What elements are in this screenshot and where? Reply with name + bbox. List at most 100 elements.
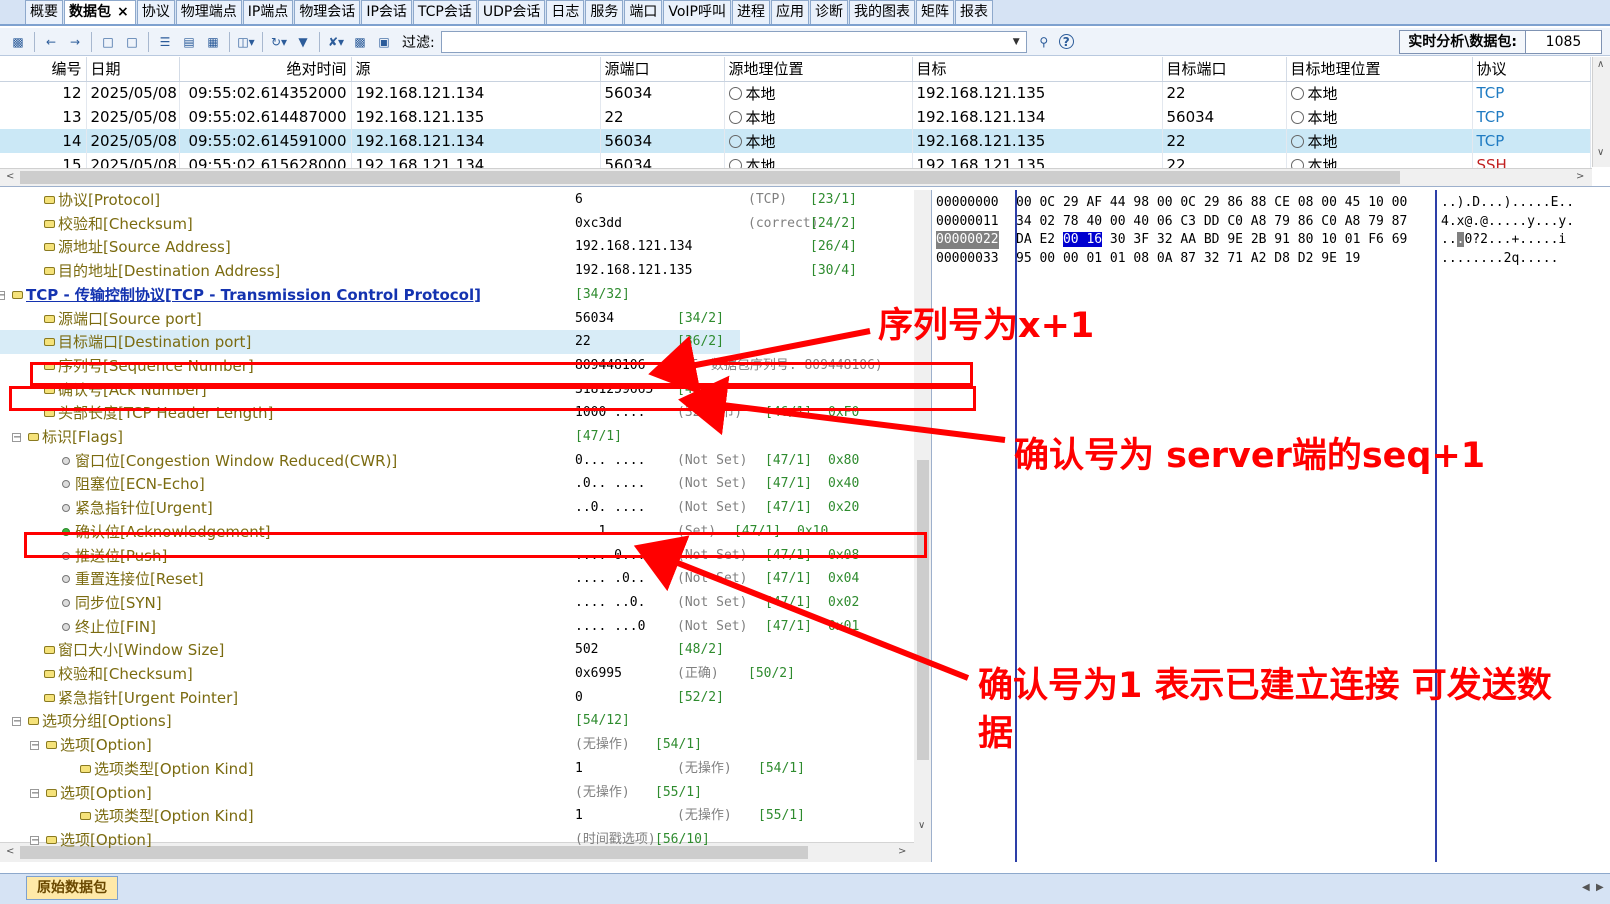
collapse-icon[interactable]: − (30, 835, 39, 845)
search-icon[interactable]: ⚲ (1035, 33, 1053, 51)
hex-bytes[interactable]: 95 00 00 01 01 08 0A 87 32 71 A2 D8 D2 9… (1016, 250, 1360, 268)
filter-dropdown-icon[interactable]: ▼ (1013, 31, 1025, 53)
column-header[interactable]: 日期 (86, 57, 180, 82)
hex-bytes[interactable]: 00 0C 29 AF 44 98 00 0C 29 86 88 CE 08 0… (1016, 194, 1407, 212)
scroll-right-icon[interactable]: > (1576, 171, 1584, 182)
packet-list-vscroll[interactable]: ∧ ∨ (1592, 57, 1610, 167)
column-header[interactable]: 源 (351, 57, 601, 82)
hex-view-icon[interactable]: ▦ (204, 33, 222, 51)
bookmark-next-icon[interactable]: □ (123, 33, 141, 51)
table-row[interactable]: 14 2025/05/08 09:55:02.614591000 192.168.12… (0, 129, 1591, 153)
hex-bytes[interactable]: 34 02 78 40 00 40 06 C3 DD C0 A8 79 86 C… (1016, 213, 1407, 231)
tree-node[interactable]: 选项类型[Option Kind] 1 (无操作) [55/1] (0, 804, 912, 828)
column-settings-icon[interactable]: ◫▾ (237, 33, 255, 51)
tab-18[interactable]: 报表 (954, 0, 993, 24)
tab-14[interactable]: 应用 (770, 0, 809, 24)
decode-tree-vscroll[interactable]: ∨ (914, 190, 931, 862)
tab-5[interactable]: 物理会话 (294, 0, 361, 24)
tree-node[interactable]: 源端口[Source port] 56034 [34/2] (0, 307, 912, 331)
tree-node[interactable]: 阻塞位[ECN-Echo] .0.. .... (Not Set) [47/1] 0x4… (0, 472, 912, 496)
filter-funnel-icon[interactable]: ▼ (294, 33, 312, 51)
tree-node[interactable]: 紧急指针[Urgent Pointer] 0 [52/2] (0, 686, 912, 710)
close-icon[interactable]: × (117, 4, 129, 20)
tree-node[interactable]: 校验和[Checksum] 0x6995 (正确) [50/2] (0, 662, 912, 686)
tree-node[interactable]: 目标端口[Destination port] 22 [36/2] (0, 330, 740, 355)
tab-15[interactable]: 诊断 (809, 0, 848, 24)
scroll-left-icon[interactable]: < (6, 171, 14, 182)
column-header[interactable]: 目标端口 (1162, 57, 1287, 82)
table-row[interactable]: 13 2025/05/08 09:55:02.614487000 192.168.12… (0, 105, 1591, 129)
tab-6[interactable]: IP会话 (361, 0, 412, 24)
back-arrow-icon[interactable]: ← (42, 33, 60, 51)
tab-scroll-right-icon[interactable]: ▶ (1596, 882, 1604, 893)
column-header[interactable]: 编号 (0, 57, 87, 82)
collapse-icon[interactable]: − (12, 433, 21, 443)
tree-node[interactable]: 校验和[Checksum] 0xc3dd (correct) [24/2] (0, 212, 912, 236)
hex-ascii[interactable]: ...0?2...+.....i (1441, 231, 1566, 249)
collapse-icon[interactable]: − (30, 788, 39, 798)
tab-8[interactable]: UDP会话 (477, 0, 546, 24)
hex-bytes[interactable]: DA E2 00 16 30 3F 32 AA BD 9E 2B 91 80 1… (1016, 231, 1407, 249)
filter-input[interactable] (440, 30, 1027, 53)
tree-node[interactable]: − 选项[Option] (无操作) [55/1] (0, 781, 912, 805)
forward-arrow-icon[interactable]: → (66, 33, 84, 51)
export-icon[interactable]: ▣ (375, 33, 393, 51)
tree-node[interactable]: − 标识[Flags] [47/1] (0, 425, 912, 449)
tab-0[interactable]: 概要 (25, 0, 63, 24)
tab-4[interactable]: IP端点 (242, 0, 294, 24)
scroll-thumb[interactable] (917, 460, 929, 760)
tab-11[interactable]: 端口 (624, 0, 663, 24)
scroll-up-icon[interactable]: ∧ (1597, 59, 1604, 70)
tree-node[interactable]: 窗口位[Congestion Window Reduced(CWR)] 0... … (0, 449, 912, 473)
tree-node[interactable]: 终止位[FIN] .... ...0 (Not Set) [47/1] 0x01 (0, 615, 912, 639)
tree-layout-icon[interactable]: ▩ (351, 33, 369, 51)
column-header[interactable]: 源端口 (600, 57, 725, 82)
tab-9[interactable]: 日志 (546, 0, 585, 24)
tab-16[interactable]: 我的图表 (848, 0, 915, 24)
tree-node[interactable]: 紧急指针位[Urgent] ..0. .... (Not Set) [47/1] 0x2… (0, 496, 912, 520)
packet-list-hscroll[interactable]: < > (0, 168, 1592, 186)
collapse-icon[interactable]: − (12, 717, 21, 727)
tree-node[interactable]: − 选项[Option] (无操作) [54/1] (0, 733, 912, 757)
tab-1[interactable]: 数据包 × (64, 0, 136, 24)
save-icon[interactable]: ▩ (9, 33, 27, 51)
tab-17[interactable]: 矩阵 (915, 0, 954, 24)
scroll-thumb[interactable] (20, 171, 1400, 184)
scroll-down-icon[interactable]: ∨ (918, 820, 925, 831)
decode-icon[interactable]: ↻▾ (270, 33, 288, 51)
hex-ascii[interactable]: ..).D...).....E.. (1441, 194, 1574, 212)
tree-node[interactable]: 重置连接位[Reset] .... .0.. (Not Set) [47/1] 0x04 (0, 567, 912, 591)
raw-packet-tab[interactable]: 原始数据包 (26, 876, 118, 900)
tree-node[interactable]: 目的地址[Destination Address] 192.168.121.135… (0, 259, 912, 283)
collapse-icon[interactable]: − (0, 290, 5, 300)
tree-node[interactable]: − TCP - 传输控制协议[TCP - Transmission Control… (0, 283, 912, 307)
tab-7[interactable]: TCP会话 (412, 0, 477, 24)
column-header[interactable]: 绝对时间 (179, 57, 352, 82)
tab-10[interactable]: 服务 (585, 0, 624, 24)
bookmark-icon[interactable]: □ (99, 33, 117, 51)
table-row[interactable]: 12 2025/05/08 09:55:02.614352000 192.168.12… (0, 81, 1591, 105)
tree-node[interactable]: 窗口大小[Window Size] 502 [48/2] (0, 638, 912, 662)
tree-node[interactable]: 源地址[Source Address] 192.168.121.134 [26/4] (0, 235, 912, 259)
collapse-icon[interactable]: − (30, 741, 39, 751)
tab-2[interactable]: 协议 (136, 0, 175, 24)
tree-node[interactable]: 同步位[SYN] .... ..0. (Not Set) [47/1] 0x02 (0, 591, 912, 615)
tab-3[interactable]: 物理端点 (175, 0, 242, 24)
scroll-down-icon[interactable]: ∨ (1597, 147, 1604, 158)
tree-node[interactable]: 选项类型[Option Kind] 1 (无操作) [54/1] (0, 757, 912, 781)
column-header[interactable]: 目标地理位置 (1286, 57, 1473, 82)
tab-12[interactable]: VoIP呼叫 (663, 0, 731, 24)
tab-scroll-left-icon[interactable]: ◀ (1582, 882, 1590, 893)
tab-13[interactable]: 进程 (731, 0, 770, 24)
column-header[interactable]: 协议 (1472, 57, 1591, 82)
tree-node[interactable]: 协议[Protocol] 6 (TCP) [23/1] (0, 190, 912, 212)
hex-ascii[interactable]: 4.x@.@.....y...y. (1441, 213, 1574, 231)
list-view-icon[interactable]: ☰ (156, 33, 174, 51)
detail-view-icon[interactable]: ▤ (180, 33, 198, 51)
tree-node[interactable]: − 选项[Option] (时间戳选项) [56/10] (0, 828, 912, 852)
column-header[interactable]: 源地理位置 (724, 57, 913, 82)
tree-node[interactable]: − 选项分组[Options] [54/12] (0, 709, 912, 733)
tools-icon[interactable]: ✘▾ (327, 33, 345, 51)
column-header[interactable]: 目标 (912, 57, 1163, 82)
hex-ascii[interactable]: ........2q..... (1441, 250, 1558, 268)
